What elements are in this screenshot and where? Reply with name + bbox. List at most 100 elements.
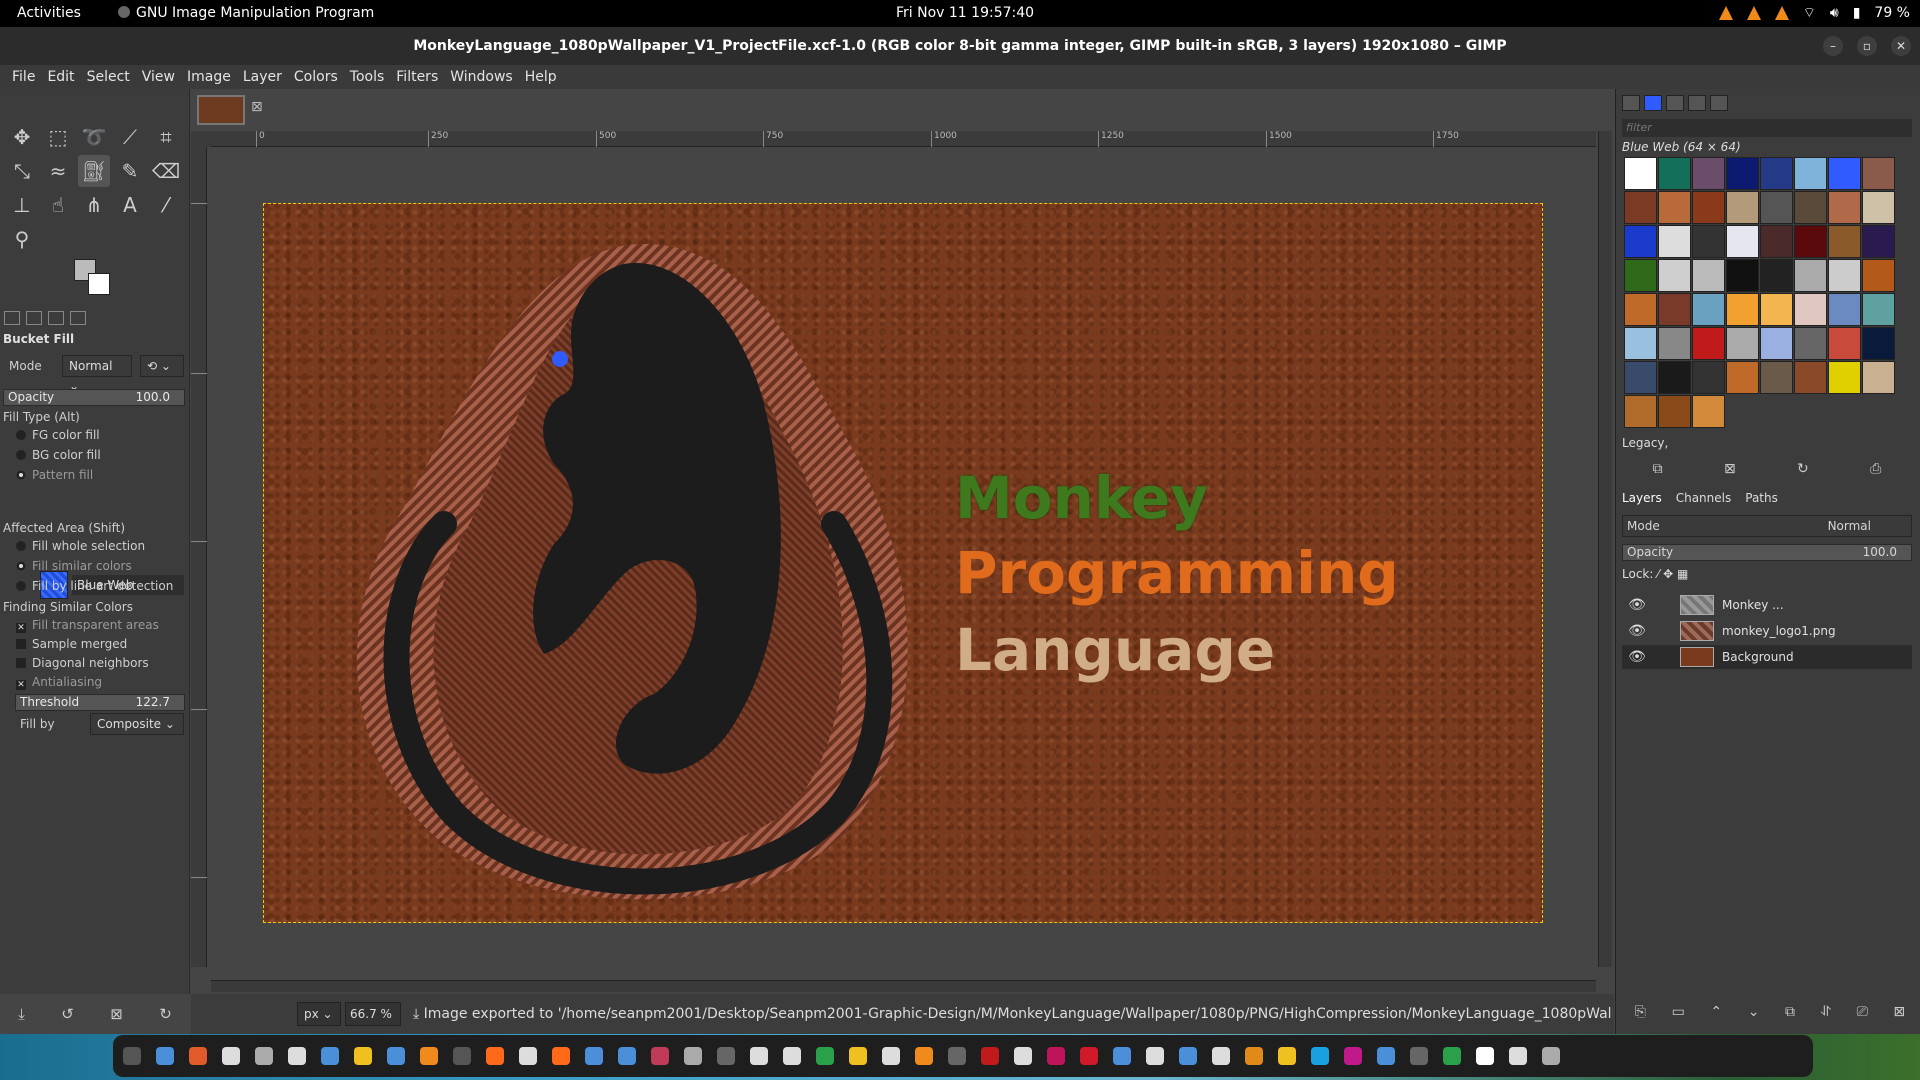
taskbar-app-icon[interactable] <box>519 1047 537 1065</box>
pattern-thumbnail[interactable] <box>1726 157 1759 190</box>
smudge-icon[interactable]: ☝︎ <box>42 189 74 221</box>
zoom-select[interactable]: 66.7 % ⌄ <box>345 1002 401 1043</box>
taskbar-app-icon[interactable] <box>1014 1047 1032 1065</box>
fill-line-art-radio[interactable]: Fill by line art detection <box>16 579 186 593</box>
opacity-slider[interactable]: Opacity 100.0 <box>3 389 185 406</box>
pattern-thumbnail[interactable] <box>1862 191 1895 224</box>
fill-whole-selection-radio[interactable]: Fill whole selection <box>16 539 186 553</box>
pattern-thumbnail[interactable] <box>1692 157 1725 190</box>
vlc-tray-icon-3[interactable] <box>1774 6 1789 20</box>
pattern-filter-input[interactable]: filter <box>1622 119 1912 137</box>
move-tool-icon[interactable]: ✥ <box>6 121 38 153</box>
lasso-icon[interactable]: ➰ <box>78 121 110 153</box>
delete-layer-icon[interactable]: ⊠ <box>1893 1004 1905 1020</box>
pattern-thumbnail[interactable] <box>1624 327 1657 360</box>
taskbar-app-icon[interactable] <box>156 1047 174 1065</box>
tag-filter[interactable]: Legacy, <box>1622 436 1912 454</box>
pattern-thumbnail[interactable] <box>1624 191 1657 224</box>
restore-options-icon[interactable]: ↺ <box>61 1005 74 1023</box>
activities-button[interactable]: Activities <box>17 5 81 21</box>
delete-pattern-icon[interactable]: ⊠ <box>1724 461 1736 477</box>
menu-layer[interactable]: Layer <box>237 65 288 89</box>
pattern-thumbnail[interactable] <box>1658 157 1691 190</box>
pattern-thumbnail[interactable] <box>1692 259 1725 292</box>
color-picker-icon[interactable]: ⁄ <box>150 189 182 221</box>
pattern-thumbnail[interactable] <box>1794 225 1827 258</box>
menu-view[interactable]: View <box>136 65 181 89</box>
taskbar-app-icon[interactable] <box>1047 1047 1065 1065</box>
taskbar-app-icon[interactable] <box>750 1047 768 1065</box>
pattern-thumbnail[interactable] <box>1726 361 1759 394</box>
paths-icon[interactable]: ⋔ <box>78 189 110 221</box>
battery-icon[interactable]: ▮ <box>1853 5 1861 21</box>
visibility-eye-icon[interactable]: 👁︎ <box>1622 649 1652 665</box>
pattern-thumbnail[interactable] <box>1726 327 1759 360</box>
tab-paths[interactable]: Paths <box>1745 491 1778 505</box>
rect-select-icon[interactable]: ⬚ <box>42 121 74 153</box>
threshold-slider[interactable]: Threshold 122.7 <box>15 694 185 711</box>
edit-pattern-icon[interactable]: ⧉ <box>1653 461 1663 477</box>
pattern-thumbnail[interactable] <box>1862 293 1895 326</box>
pattern-thumbnail[interactable] <box>1624 293 1657 326</box>
lock-position-icon[interactable]: ✥ <box>1663 567 1677 581</box>
pattern-thumbnail[interactable] <box>1726 191 1759 224</box>
pattern-thumbnail[interactable] <box>1692 327 1725 360</box>
pattern-thumbnail[interactable] <box>1862 361 1895 394</box>
ruler-corner[interactable] <box>191 131 211 147</box>
merge-layer-icon[interactable]: ⥯ <box>1821 1004 1831 1020</box>
taskbar-app-icon[interactable] <box>618 1047 636 1065</box>
crop-icon[interactable]: ⌗ <box>150 121 182 153</box>
fill-similar-colors-radio[interactable]: Fill similar colors <box>16 559 186 573</box>
paintbrush-icon[interactable]: ✎ <box>114 155 146 187</box>
pattern-thumbnail[interactable] <box>1692 361 1725 394</box>
pattern-thumbnail[interactable] <box>1760 191 1793 224</box>
clone-icon[interactable]: ⊥ <box>6 189 38 221</box>
pattern-thumbnail[interactable] <box>1692 293 1725 326</box>
pattern-thumbnail[interactable] <box>1794 157 1827 190</box>
fg-color-fill-radio[interactable]: FG color fill <box>16 428 186 442</box>
fill-transparent-checkbox[interactable]: Fill transparent areas <box>16 618 186 633</box>
taskbar-app-icon[interactable] <box>453 1047 471 1065</box>
fill-by-select[interactable]: Composite ⌄ <box>90 713 184 735</box>
pattern-thumbnail[interactable] <box>1828 361 1861 394</box>
menu-edit[interactable]: Edit <box>41 65 80 89</box>
antialiasing-checkbox[interactable]: Antialiasing <box>16 675 186 690</box>
undo-history-tab-icon[interactable] <box>48 311 64 325</box>
fg-bg-colors[interactable] <box>74 259 114 299</box>
visibility-eye-icon[interactable]: 👁︎ <box>1622 597 1652 613</box>
background-color[interactable] <box>88 273 110 295</box>
pattern-thumbnail[interactable] <box>1726 259 1759 292</box>
pattern-thumbnail[interactable] <box>1658 395 1691 428</box>
close-icon[interactable]: ✕ <box>1891 36 1911 56</box>
delete-options-icon[interactable]: ⊠ <box>110 1005 123 1023</box>
image-tab-thumbnail[interactable] <box>197 95 245 125</box>
lock-alpha-icon[interactable]: ▦ <box>1677 567 1688 581</box>
text-tool-icon[interactable]: A <box>114 189 146 221</box>
pattern-thumbnail[interactable] <box>1658 327 1691 360</box>
pattern-thumbnail[interactable] <box>1794 191 1827 224</box>
fonts-tab-icon[interactable] <box>1666 95 1684 111</box>
zoom-icon[interactable]: ⚲ <box>6 223 38 255</box>
pattern-thumbnail[interactable] <box>1692 191 1725 224</box>
pattern-thumbnail[interactable] <box>1760 225 1793 258</box>
menu-tools[interactable]: Tools <box>344 65 391 89</box>
taskbar-app-icon[interactable] <box>1476 1047 1494 1065</box>
taskbar-app-icon[interactable] <box>189 1047 207 1065</box>
vlc-tray-icon-2[interactable] <box>1746 6 1761 20</box>
pattern-thumbnail[interactable] <box>1624 157 1657 190</box>
taskbar-app-icon[interactable] <box>387 1047 405 1065</box>
bg-color-fill-radio[interactable]: BG color fill <box>16 448 186 462</box>
layer-opacity-slider[interactable]: Opacity 100.0 <box>1622 544 1912 561</box>
pattern-thumbnail[interactable] <box>1862 225 1895 258</box>
taskbar-app-icon[interactable] <box>354 1047 372 1065</box>
taskbar-app-icon[interactable] <box>783 1047 801 1065</box>
menu-select[interactable]: Select <box>81 65 136 89</box>
pattern-thumbnail[interactable] <box>1760 361 1793 394</box>
pattern-thumbnail[interactable] <box>1624 259 1657 292</box>
taskbar-app-icon[interactable] <box>915 1047 933 1065</box>
maximize-icon[interactable]: ▫ <box>1857 36 1877 56</box>
pattern-thumbnail[interactable] <box>1828 327 1861 360</box>
menu-filters[interactable]: Filters <box>390 65 444 89</box>
pattern-thumbnail[interactable] <box>1692 225 1725 258</box>
taskbar-app-icon[interactable] <box>552 1047 570 1065</box>
